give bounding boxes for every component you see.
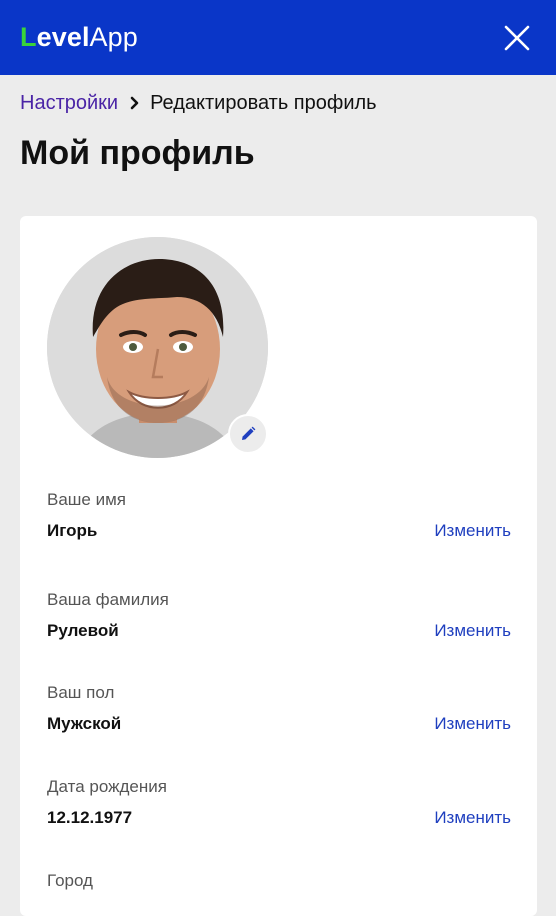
field-label: Ваше имя xyxy=(47,490,126,509)
logo-first-letter: L xyxy=(20,22,37,52)
close-icon xyxy=(504,25,530,50)
field-label: Ваша фамилия xyxy=(47,590,169,609)
app-header: Level App xyxy=(0,0,556,75)
edit-birth-date-link[interactable]: Изменить xyxy=(434,808,511,828)
breadcrumb-settings-link[interactable]: Настройки xyxy=(20,92,118,115)
logo-suffix: App xyxy=(89,22,138,52)
field-label: Дата рождения xyxy=(47,777,167,796)
logo-rest: evel xyxy=(36,22,90,52)
breadcrumb-current: Редактировать профиль xyxy=(150,91,377,114)
chevron-right-icon xyxy=(130,96,140,110)
profile-card: Ваше имя Игорь Изменить Ваша фамилия Рул… xyxy=(20,216,537,916)
close-button[interactable] xyxy=(500,21,534,55)
page-title: Мой профиль xyxy=(20,134,255,172)
field-value: 12.12.1977 xyxy=(47,808,133,827)
edit-first-name-link[interactable]: Изменить xyxy=(434,521,511,541)
field-label: Город xyxy=(47,871,93,890)
app-logo[interactable]: Level App xyxy=(20,22,138,53)
edit-photo-button[interactable] xyxy=(228,414,268,454)
field-value: Мужской xyxy=(47,714,122,733)
field-value: Рулевой xyxy=(47,621,119,640)
field-label: Ваш пол xyxy=(47,683,115,702)
field-value: Игорь xyxy=(47,521,98,540)
edit-gender-link[interactable]: Изменить xyxy=(434,714,511,734)
edit-last-name-link[interactable]: Изменить xyxy=(434,621,511,641)
pencil-icon xyxy=(242,426,256,440)
breadcrumb: Настройки Редактировать профиль xyxy=(20,90,377,116)
